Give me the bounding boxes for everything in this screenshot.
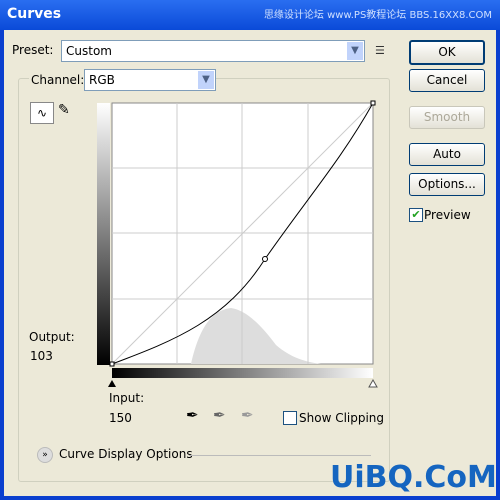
options-button[interactable]: Options... (409, 173, 485, 196)
expand-chevron-icon[interactable]: » (37, 447, 53, 463)
window-title: Curves (7, 6, 62, 22)
gray-eyedropper-icon[interactable]: ✒ (213, 406, 226, 424)
curve-point[interactable] (370, 100, 376, 106)
output-label: Output: (29, 330, 75, 344)
input-gradient-bar (112, 368, 373, 378)
output-gradient-bar (97, 103, 110, 365)
show-clipping-label: Show Clipping (299, 411, 385, 425)
divider (189, 455, 371, 456)
channel-select[interactable]: RGB ▼ (84, 69, 216, 91)
channel-value: RGB (89, 73, 115, 87)
ok-button[interactable]: OK (409, 40, 485, 65)
input-value[interactable]: 150 (109, 411, 132, 425)
curve-point[interactable] (109, 361, 115, 367)
black-point-slider[interactable] (108, 380, 116, 387)
curve-point[interactable] (262, 256, 268, 262)
preset-label: Preset: (12, 43, 54, 57)
curve-graph[interactable] (96, 100, 380, 392)
preset-select[interactable]: Custom ▼ (61, 40, 365, 62)
cancel-button[interactable]: Cancel (409, 69, 485, 92)
chevron-down-icon: ▼ (347, 42, 363, 60)
input-label: Input: (109, 391, 145, 405)
black-eyedropper-icon[interactable]: ✒ (186, 406, 199, 424)
channel-label: Channel: (29, 73, 87, 87)
watermark: 思缘设计论坛 www.PS教程论坛 BBS.16XX8.COM (263, 10, 492, 21)
output-value[interactable]: 103 (30, 349, 53, 363)
title-bar: Curves 思缘设计论坛 www.PS教程论坛 BBS.16XX8.COM (0, 0, 500, 30)
white-point-slider[interactable] (368, 378, 378, 388)
curves-dialog: Curves 思缘设计论坛 www.PS教程论坛 BBS.16XX8.COM P… (0, 0, 500, 500)
watermark-logo: UiBQ.CoM (330, 460, 497, 495)
curve-display-options-label[interactable]: Curve Display Options (59, 447, 193, 461)
auto-button[interactable]: Auto (409, 143, 485, 166)
preview-label: Preview (424, 208, 471, 222)
preset-menu-icon[interactable]: ☰ (375, 44, 385, 57)
show-clipping-checkbox[interactable] (283, 411, 297, 425)
chevron-down-icon: ▼ (198, 71, 214, 89)
preset-value: Custom (66, 44, 112, 58)
preview-checkbox[interactable]: ✔ (409, 208, 423, 222)
curve-tool-icon[interactable]: ∿ (30, 102, 54, 124)
pencil-tool-icon[interactable]: ✎ (58, 102, 70, 118)
smooth-button[interactable]: Smooth (409, 106, 485, 129)
white-eyedropper-icon[interactable]: ✒ (241, 406, 254, 424)
